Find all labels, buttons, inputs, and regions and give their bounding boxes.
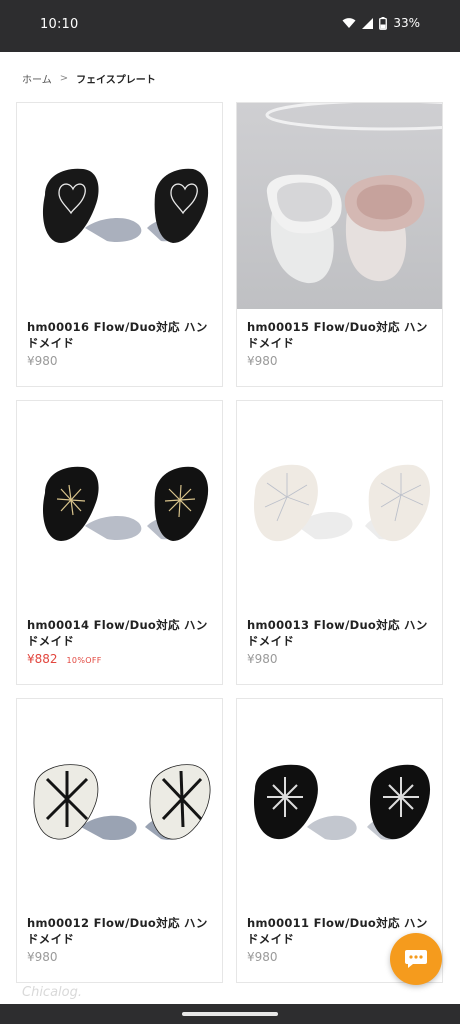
product-image	[237, 699, 442, 905]
product-image	[17, 103, 222, 309]
discount-badge: 10%OFF	[66, 656, 102, 665]
breadcrumb-current: フェイスプレート	[76, 75, 156, 86]
battery-icon	[379, 16, 388, 30]
wifi-icon	[342, 18, 356, 28]
battery-percent: 33%	[393, 16, 420, 30]
price-row: ¥980	[27, 354, 58, 368]
product-price: ¥980	[27, 354, 58, 368]
product-price: ¥980	[247, 950, 278, 964]
chevron-right-icon: >	[59, 73, 69, 84]
breadcrumb-home-link[interactable]: ホーム	[22, 71, 52, 86]
product-card[interactable]: hm00014 Flow/Duo対応 ハンドメイド ¥882 10%OFF	[16, 400, 223, 685]
status-bar: 10:10 33%	[0, 0, 460, 52]
signal-icon	[362, 17, 374, 29]
product-sale-price: ¥882	[27, 652, 58, 666]
product-title[interactable]: hm00016 Flow/Duo対応 ハンドメイド	[27, 319, 215, 351]
product-title[interactable]: hm00014 Flow/Duo対応 ハンドメイド	[27, 617, 215, 649]
product-card[interactable]: hm00016 Flow/Duo対応 ハンドメイド ¥980	[16, 102, 223, 387]
watermark: Chicalog.	[22, 985, 82, 1000]
product-card[interactable]: hm00013 Flow/Duo対応 ハンドメイド ¥980	[236, 400, 443, 685]
product-image	[237, 401, 442, 607]
price-row: ¥980	[27, 950, 58, 964]
breadcrumb: ホーム > フェイスプレート	[22, 71, 156, 86]
status-time: 10:10	[40, 17, 79, 32]
product-price: ¥980	[247, 652, 278, 666]
status-indicators: 33%	[342, 16, 420, 30]
product-price: ¥980	[247, 354, 278, 368]
price-row: ¥882 10%OFF	[27, 652, 102, 666]
product-image	[17, 401, 222, 607]
product-title[interactable]: hm00013 Flow/Duo対応 ハンドメイド	[247, 617, 435, 649]
navigation-bar	[0, 1004, 460, 1024]
price-row: ¥980	[247, 354, 278, 368]
price-row: ¥980	[247, 950, 278, 964]
chat-button[interactable]	[390, 933, 442, 985]
product-image	[237, 103, 442, 309]
price-row: ¥980	[247, 652, 278, 666]
product-price: ¥980	[27, 950, 58, 964]
product-card[interactable]: hm00015 Flow/Duo対応 ハンドメイド ¥980	[236, 102, 443, 387]
product-title[interactable]: hm00015 Flow/Duo対応 ハンドメイド	[247, 319, 435, 351]
product-title[interactable]: hm00012 Flow/Duo対応 ハンドメイド	[27, 915, 215, 947]
product-image	[17, 699, 222, 905]
product-card[interactable]: hm00012 Flow/Duo対応 ハンドメイド ¥980	[16, 698, 223, 983]
home-gesture-handle[interactable]	[182, 1012, 278, 1016]
chat-bubble-icon	[405, 950, 427, 968]
